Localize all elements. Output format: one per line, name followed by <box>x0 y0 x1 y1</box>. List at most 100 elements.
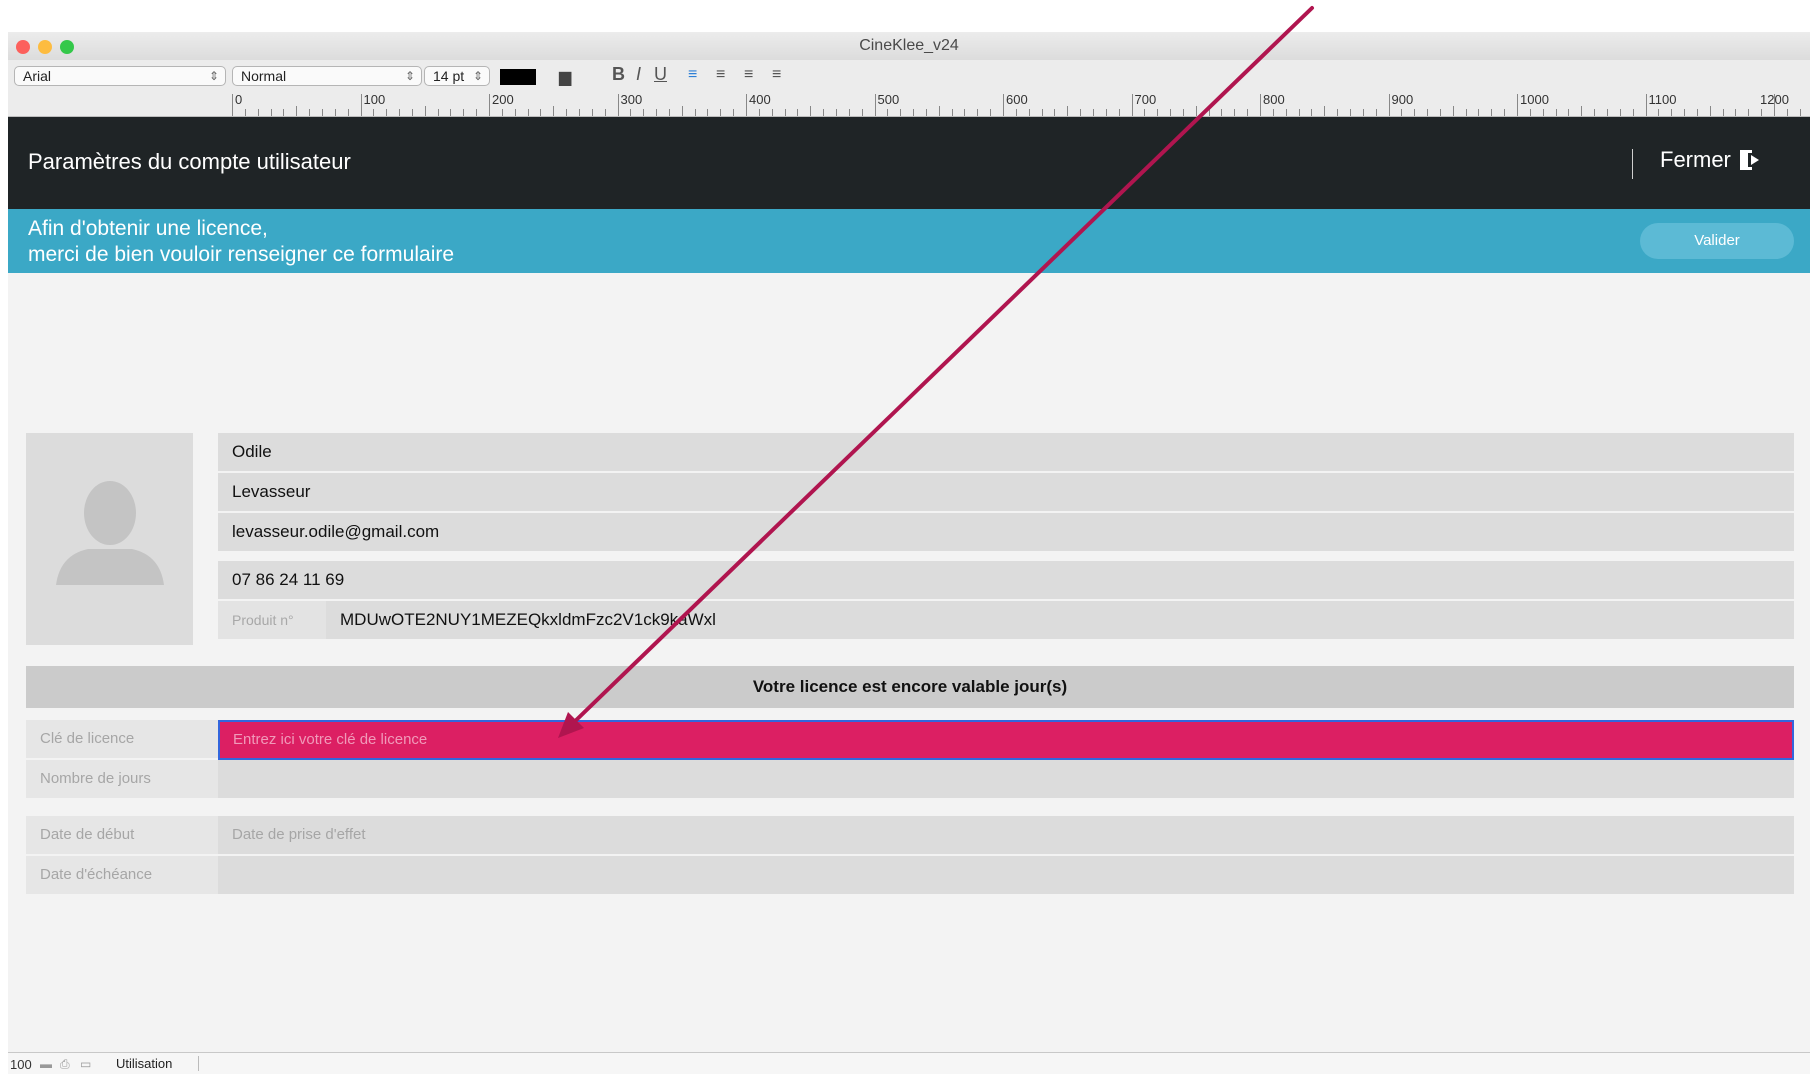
ruler-minor-tick <box>1015 109 1017 116</box>
ruler-minor-tick <box>1375 109 1377 116</box>
align-justify-icon[interactable]: ≡ <box>772 66 781 84</box>
ruler-major-tick <box>874 94 876 116</box>
info-banner: Afin d'obtenir une licence, merci de bie… <box>8 209 1810 273</box>
bold-button[interactable]: B <box>612 64 625 85</box>
ruler-minor-tick <box>578 109 580 116</box>
ruler-minor-tick <box>1748 109 1750 116</box>
days-count-label: Nombre de jours <box>26 760 218 798</box>
logout-icon <box>1739 150 1759 170</box>
ruler-minor-tick <box>925 109 927 116</box>
ruler-minor-tick <box>1118 109 1120 116</box>
header-divider <box>1632 149 1633 179</box>
ruler-minor-tick <box>784 109 786 116</box>
ruler-major-tick <box>617 94 619 116</box>
product-number-row: Produit n° MDUwOTE2NUY1MEZEQkxldmFzc2V1c… <box>218 601 1794 639</box>
ruler[interactable]: 0 100 200 300 400 500 600 700 800 900 1000 1100 1200 <box>8 92 1810 117</box>
ruler-major-tick <box>1260 94 1261 116</box>
close-button-label: Fermer <box>1660 147 1731 172</box>
screenshot-canvas: CineKlee_v24 Arial ⇕ Normal ⇕ 14 pt ⇕ ▆ … <box>0 0 1810 1074</box>
page-header: Paramètres du compte utilisateur Fermer <box>8 117 1810 209</box>
ruler-minor-tick <box>835 109 837 116</box>
ruler-minor-tick <box>411 109 413 116</box>
ruler-minor-tick <box>1247 109 1249 116</box>
ruler-minor-tick <box>1414 109 1416 116</box>
align-left-icon[interactable]: ≡ <box>688 66 697 84</box>
ruler-minor-tick <box>501 109 503 116</box>
validate-button[interactable]: Valider <box>1640 223 1794 259</box>
stepper-arrows-icon: ⇕ <box>472 69 483 83</box>
style-select[interactable]: Normal ⇕ <box>232 66 422 86</box>
font-select[interactable]: Arial ⇕ <box>14 66 226 86</box>
ruler-minor-tick <box>1054 109 1056 116</box>
ruler-minor-tick <box>321 109 323 116</box>
ruler-label: 800 <box>1263 92 1285 107</box>
close-button[interactable]: Fermer <box>1660 147 1761 173</box>
days-count-field[interactable] <box>218 760 1794 798</box>
ruler-minor-tick <box>476 109 478 116</box>
zoom-level[interactable]: 100 <box>10 1057 32 1072</box>
text-color-swatch[interactable] <box>500 69 536 85</box>
ruler-minor-tick <box>1092 109 1094 116</box>
ruler-minor-tick <box>913 109 915 116</box>
ruler-minor-tick <box>1324 106 1326 116</box>
ruler-minor-tick <box>424 106 426 116</box>
ruler-minor-tick <box>1606 109 1608 116</box>
license-key-input[interactable]: Entrez ici votre clé de licence <box>218 720 1794 760</box>
ruler-minor-tick <box>463 109 465 116</box>
print-icon[interactable]: ⎙ <box>60 1057 70 1072</box>
ruler-label: 300 <box>620 92 643 107</box>
email-field[interactable]: levasseur.odile@gmail.com <box>218 513 1794 551</box>
ruler-minor-tick <box>1067 106 1069 116</box>
ruler-minor-tick <box>1658 109 1660 116</box>
avatar[interactable] <box>26 433 193 645</box>
page-view-icon[interactable]: ▭ <box>80 1057 91 1071</box>
ruler-minor-tick <box>1439 109 1441 116</box>
zoom-out-icon[interactable]: ▬ <box>40 1057 52 1071</box>
underline-button[interactable]: U <box>654 64 667 85</box>
ruler-minor-tick <box>1465 109 1467 116</box>
ruler-minor-tick <box>1028 109 1030 116</box>
ruler-label: 400 <box>749 92 771 107</box>
ruler-minor-tick <box>1272 109 1274 116</box>
window-title: CineKlee_v24 <box>859 37 959 54</box>
ruler-minor-tick <box>1619 109 1621 116</box>
ruler-minor-tick <box>437 109 439 116</box>
ruler-minor-tick <box>1157 109 1159 116</box>
ruler-minor-tick <box>1362 109 1364 116</box>
ruler-minor-tick <box>643 109 645 116</box>
last-name-field[interactable]: Levasseur <box>218 473 1794 511</box>
mode-tab-utilisation[interactable]: Utilisation <box>116 1056 200 1071</box>
ruler-minor-tick <box>977 109 979 116</box>
ruler-major-tick <box>232 94 233 116</box>
ruler-minor-tick <box>1311 109 1313 116</box>
ruler-minor-tick <box>270 109 272 116</box>
ruler-minor-tick <box>1080 109 1082 116</box>
ruler-minor-tick <box>1786 109 1788 116</box>
font-select-value: Arial <box>23 68 52 84</box>
first-name-field[interactable]: Odile <box>218 433 1794 471</box>
phone-field[interactable]: 07 86 24 11 69 <box>218 561 1794 599</box>
ruler-minor-tick <box>386 109 388 116</box>
italic-button[interactable]: I <box>636 64 641 85</box>
ruler-minor-tick <box>1594 109 1596 116</box>
ruler-major-tick <box>1388 94 1390 116</box>
ruler-minor-tick <box>1671 109 1673 116</box>
ruler-minor-tick <box>656 109 658 116</box>
user-silhouette-icon <box>56 481 164 585</box>
size-select[interactable]: 14 pt ⇕ <box>424 66 490 86</box>
fill-color-icon[interactable]: ▆ <box>559 67 571 87</box>
ruler-minor-tick <box>1285 109 1287 116</box>
ruler-label: 200 <box>492 92 514 107</box>
end-date-field[interactable] <box>218 856 1794 894</box>
ruler-minor-tick <box>1234 109 1236 116</box>
start-date-field[interactable]: Date de prise d'effet <box>218 816 1794 854</box>
ruler-minor-tick <box>848 109 850 116</box>
align-right-icon[interactable]: ≡ <box>744 66 753 84</box>
ruler-minor-tick <box>1208 109 1210 116</box>
ruler-major-tick <box>1131 94 1133 116</box>
ruler-minor-tick <box>347 109 349 116</box>
ruler-minor-tick <box>1735 109 1737 116</box>
align-center-icon[interactable]: ≡ <box>716 66 725 84</box>
ruler-minor-tick <box>244 109 246 116</box>
ruler-minor-tick <box>1452 106 1454 116</box>
